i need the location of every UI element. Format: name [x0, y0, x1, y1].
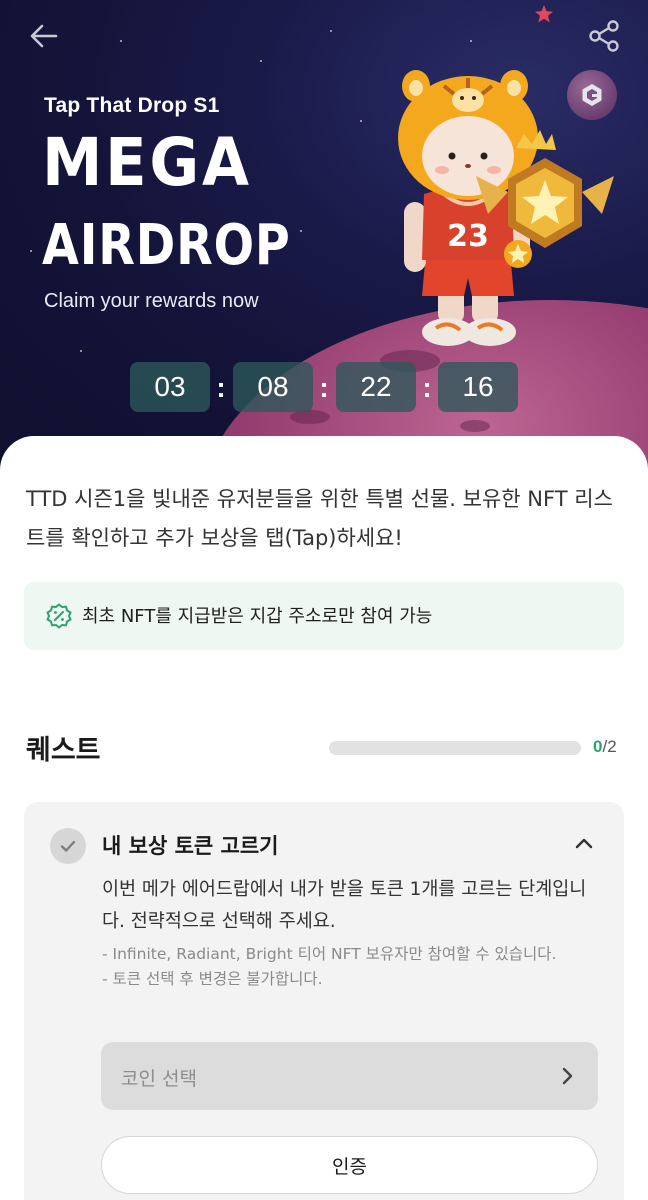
- countdown-minutes: 22: [336, 362, 416, 412]
- countdown-seconds: 16: [438, 362, 518, 412]
- headline-airdrop: AIRDROP: [42, 213, 291, 278]
- countdown-separator: :: [216, 372, 226, 403]
- wallet-notice-banner: 최초 NFT를 지급받은 지갑 주소로만 참여 가능: [24, 582, 624, 650]
- quest-item-notes: - Infinite, Radiant, Bright 티어 NFT 보유자만 …: [102, 942, 622, 992]
- hero-subtitle: Claim your rewards now: [44, 290, 259, 312]
- countdown-separator: :: [422, 372, 432, 403]
- quest-section-title: 퀘스트: [26, 735, 101, 766]
- quest-item-description: 이번 메가 에어드랍에서 내가 받을 토큰 1개를 고르는 단계입니다. 전략적…: [102, 879, 587, 932]
- planet-crater: [460, 420, 490, 432]
- arrow-left-icon[interactable]: [28, 20, 60, 52]
- quest-item-title[interactable]: 내 보상 토큰 고르기: [102, 830, 279, 860]
- quest-check-circle: [50, 828, 86, 864]
- quest-card: 내 보상 토큰 고르기 이번 메가 에어드랍에서 내가 받을 토큰 1개를 고르…: [24, 802, 624, 1200]
- star-dot: [260, 60, 262, 62]
- star-dot: [300, 230, 302, 232]
- red-star-icon: [535, 5, 553, 23]
- quest-total-count: /2: [602, 737, 617, 756]
- countdown-days: 03: [130, 362, 210, 412]
- countdown-hours: 08: [233, 362, 313, 412]
- check-icon: [60, 840, 76, 852]
- hero-banner: Tap That Drop S1 MEGA AIRDROP Claim your…: [0, 0, 648, 470]
- star-dot: [80, 350, 82, 352]
- share-icon[interactable]: [586, 18, 622, 54]
- planet-crater: [290, 410, 330, 424]
- star-dot: [360, 120, 362, 122]
- countdown-separator: :: [319, 372, 329, 403]
- countdown-timer: 03 : 08 : 22 : 16: [130, 362, 520, 412]
- jersey-number: 23: [447, 219, 489, 254]
- season-title: Tap That Drop S1: [44, 94, 220, 117]
- star-dot: [330, 30, 332, 32]
- verify-button[interactable]: 인증: [101, 1136, 598, 1194]
- coin-select-dropdown[interactable]: 코인 선택: [101, 1042, 598, 1110]
- coin-select-placeholder: 코인 선택: [121, 1068, 197, 1090]
- intro-text: TTD 시즌1을 빛내준 유저분들을 위한 특별 선물. 보유한 NFT 리스트…: [26, 487, 613, 550]
- star-dot: [120, 40, 122, 42]
- star-dot: [30, 250, 32, 252]
- quest-note: - Infinite, Radiant, Bright 티어 NFT 보유자만 …: [102, 945, 557, 963]
- headline-mega: MEGA: [42, 124, 252, 201]
- chevron-right-icon: [562, 1067, 573, 1085]
- quest-progress-count: 0/2: [593, 737, 617, 757]
- percent-badge-icon: [46, 603, 72, 629]
- quest-note: - 토큰 선택 후 변경은 불가합니다.: [102, 970, 323, 988]
- quest-progress-bar: [329, 741, 581, 755]
- tiger-mascot-illustration: 23: [398, 70, 614, 346]
- content-sheet: TTD 시즌1을 빛내준 유저분들을 위한 특별 선물. 보유한 NFT 리스트…: [0, 436, 648, 1200]
- chevron-up-icon[interactable]: [572, 832, 596, 856]
- star-dot: [470, 40, 472, 42]
- notice-text: 최초 NFT를 지급받은 지갑 주소로만 참여 가능: [82, 606, 433, 627]
